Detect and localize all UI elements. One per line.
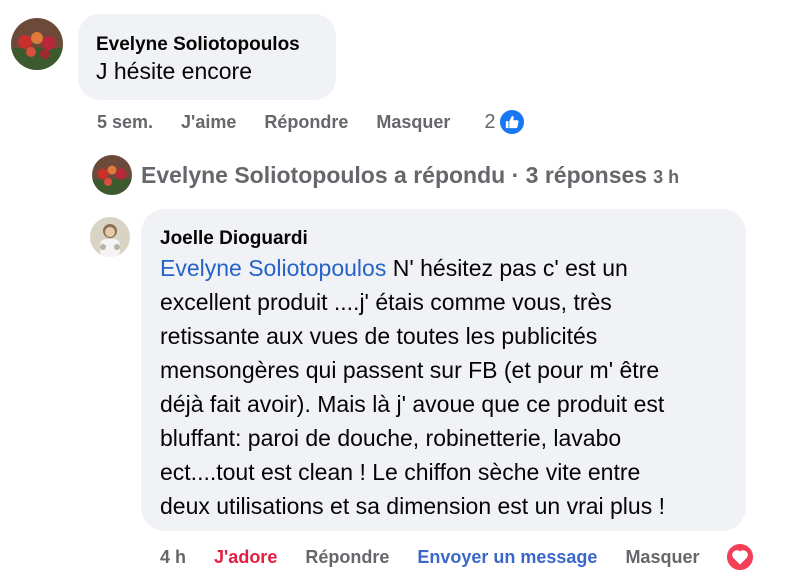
reply-line-3: retissante aux vues de toutes les public… [160, 323, 598, 349]
comment-bubble: Evelyne Soliotopoulos J hésite encore [78, 14, 336, 100]
reply-actions: 4 h J'adore Répondre Envoyer un message … [160, 542, 756, 572]
replies-summary-text[interactable]: Evelyne Soliotopoulos a répondu · 3 répo… [141, 162, 647, 189]
reply-line-1: Evelyne Soliotopoulos N' hésitez pas c' … [160, 255, 628, 281]
reply-reply-button[interactable]: Répondre [305, 547, 389, 568]
reply-line-8: deux utilisations et sa dimension est un… [160, 493, 665, 519]
like-reaction-icon[interactable] [497, 108, 526, 136]
reply-time[interactable]: 4 h [160, 547, 186, 568]
reply-line-7: ect....tout est clean ! Le chiffon sèche… [160, 459, 641, 485]
hide-button[interactable]: Masquer [376, 112, 450, 133]
replies-summary[interactable]: Evelyne Soliotopoulos a répondu · 3 répo… [141, 162, 679, 189]
reply-button[interactable]: Répondre [264, 112, 348, 133]
replies-summary-time: 3 h [653, 167, 680, 187]
avatar-evelyne-small[interactable] [92, 155, 132, 195]
like-button[interactable]: J'aime [181, 112, 236, 133]
avatar-evelyne[interactable] [11, 18, 63, 70]
reply-text: Evelyne Soliotopoulos N' hésitez pas c' … [160, 251, 740, 523]
comment-text: J hésite encore [96, 58, 252, 84]
send-message-button[interactable]: Envoyer un message [417, 547, 597, 568]
avatar-joelle[interactable] [90, 217, 130, 257]
heart-reaction-icon[interactable] [725, 542, 756, 572]
comment-time[interactable]: 5 sem. [97, 112, 153, 133]
reply-bubble: Joelle Dioguardi Evelyne Soliotopoulos N… [141, 209, 746, 531]
mention-link[interactable]: Evelyne Soliotopoulos [160, 255, 386, 281]
reply-line-2: excellent produit ....j' étais comme vou… [160, 289, 612, 315]
reply-author[interactable]: Joelle Dioguardi [160, 228, 308, 250]
reply-hide-button[interactable]: Masquer [625, 547, 699, 568]
reaction-count[interactable]: 2 [484, 111, 495, 134]
reply-line-5: déjà fait avoir). Mais là j' avoue que c… [160, 391, 665, 417]
reply-line-6: bluffant: paroi de douche, robinetterie,… [160, 425, 622, 451]
reply-line-4: mensongères qui passent sur FB (et pour … [160, 357, 660, 383]
comment-actions: 5 sem. J'aime Répondre Masquer 2 [97, 108, 526, 136]
love-button[interactable]: J'adore [214, 547, 277, 568]
comment-author[interactable]: Evelyne Soliotopoulos [96, 34, 300, 56]
